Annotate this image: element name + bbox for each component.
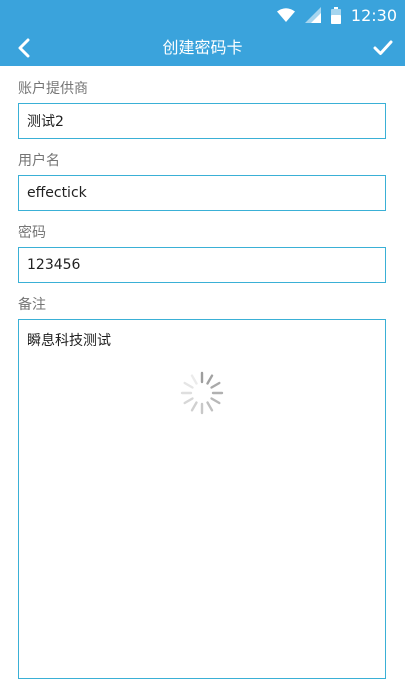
password-input[interactable]	[18, 247, 386, 283]
status-time: 12:30	[350, 5, 397, 25]
confirm-button[interactable]	[363, 30, 403, 66]
password-label: 密码	[18, 225, 46, 241]
loading-spinner-icon	[180, 371, 224, 415]
provider-label: 账户提供商	[18, 81, 88, 97]
provider-input[interactable]	[18, 103, 386, 139]
toolbar: 创建密码卡	[0, 30, 405, 66]
wifi-icon	[276, 8, 295, 22]
battery-icon	[330, 6, 341, 24]
signal-icon	[304, 7, 321, 23]
page-title: 创建密码卡	[162, 38, 243, 57]
status-bar: 12:30	[0, 0, 405, 30]
status-icons: 12:30	[276, 4, 397, 26]
username-input[interactable]	[18, 175, 386, 211]
notes-label: 备注	[18, 297, 46, 313]
username-label: 用户名	[18, 153, 60, 169]
check-icon	[373, 40, 393, 55]
